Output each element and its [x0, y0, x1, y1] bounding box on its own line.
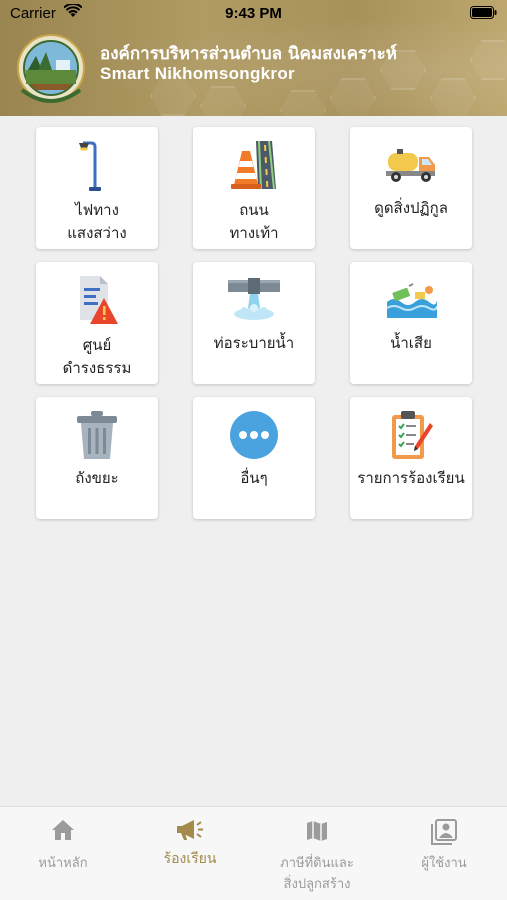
menu-item-wastewater[interactable]: น้ำเสีย — [350, 262, 472, 384]
trash-bin-icon — [77, 411, 117, 459]
battery-icon — [470, 6, 497, 19]
menu-item-label-1: ไฟทาง — [75, 201, 119, 219]
menu-item-streetlight[interactable]: ไฟทาง แสงสว่าง — [36, 127, 158, 249]
menu-item-trash[interactable]: ถังขยะ — [36, 397, 158, 519]
user-profile-icon — [431, 819, 457, 845]
map-icon — [307, 821, 327, 841]
menu-item-drain[interactable]: ท่อระบายน้ำ — [193, 262, 315, 384]
menu-item-label-1: อื่นๆ — [240, 469, 268, 487]
menu-item-label-1: ถังขยะ — [75, 469, 119, 487]
streetlight-icon — [79, 141, 101, 191]
organization-logo — [17, 34, 85, 103]
tab-user[interactable]: ผู้ใช้งาน — [381, 807, 507, 900]
tab-label-2: สิ่งปลูกสร้าง — [283, 877, 351, 892]
tab-land-tax[interactable]: ภาษีที่ดินและ สิ่งปลูกสร้าง — [254, 807, 380, 900]
menu-item-other[interactable]: อื่นๆ — [193, 397, 315, 519]
status-time: 9:43 PM — [225, 5, 282, 22]
bottom-tab-bar: หน้าหลัก ร้องเรียน ภาษีที่ดินและ สิ่งปลู… — [0, 806, 507, 900]
status-bar: Carrier 9:43 PM — [0, 0, 507, 26]
more-icon — [230, 411, 278, 459]
tab-complaint[interactable]: ร้องเรียน — [127, 807, 253, 900]
document-warning-icon — [80, 276, 118, 324]
tab-label: หน้าหลัก — [38, 856, 88, 871]
clipboard-checklist-icon — [392, 411, 433, 459]
tab-home[interactable]: หน้าหลัก — [0, 807, 126, 900]
menu-item-label-1: รายการร้องเรียน — [357, 469, 465, 487]
wastewater-icon — [386, 283, 437, 318]
menu-item-label-1: ดูดสิ่งปฏิกูล — [374, 199, 448, 217]
page-subtitle: Smart Nikhomsongkror — [100, 64, 295, 83]
page-title: องค์การบริหารส่วนตำบล นิคมสงเคราะห์ — [100, 44, 397, 64]
menu-item-label-2: ดำรงธรรม — [62, 359, 132, 377]
tab-label: ร้องเรียน — [163, 851, 217, 867]
menu-item-label-1: น้ำเสีย — [390, 334, 432, 352]
drain-pipe-icon — [228, 278, 280, 320]
menu-item-label-2: ทางเท้า — [229, 224, 279, 242]
megaphone-icon — [177, 820, 203, 840]
header-banner: Carrier 9:43 PM องค์การบริหารส่วนตำบล นิ… — [0, 0, 507, 116]
menu-item-label-1: ศูนย์ — [82, 336, 112, 354]
menu-item-label-2: แสงสว่าง — [67, 224, 127, 242]
menu-item-label-1: ถนน — [239, 201, 269, 219]
home-icon — [52, 820, 74, 840]
menu-item-road[interactable]: ถนน ทางเท้า — [193, 127, 315, 249]
tab-label: ภาษีที่ดินและ — [280, 856, 354, 871]
menu-item-complaint-list[interactable]: รายการร้องเรียน — [350, 397, 472, 519]
menu-item-septic[interactable]: ดูดสิ่งปฏิกูล — [350, 127, 472, 249]
menu-item-damrongdham[interactable]: ศูนย์ ดำรงธรรม — [36, 262, 158, 384]
tab-label: ผู้ใช้งาน — [421, 856, 467, 871]
menu-item-label-1: ท่อระบายน้ำ — [213, 334, 295, 352]
septic-truck-icon — [386, 149, 435, 182]
road-icon — [231, 140, 276, 190]
